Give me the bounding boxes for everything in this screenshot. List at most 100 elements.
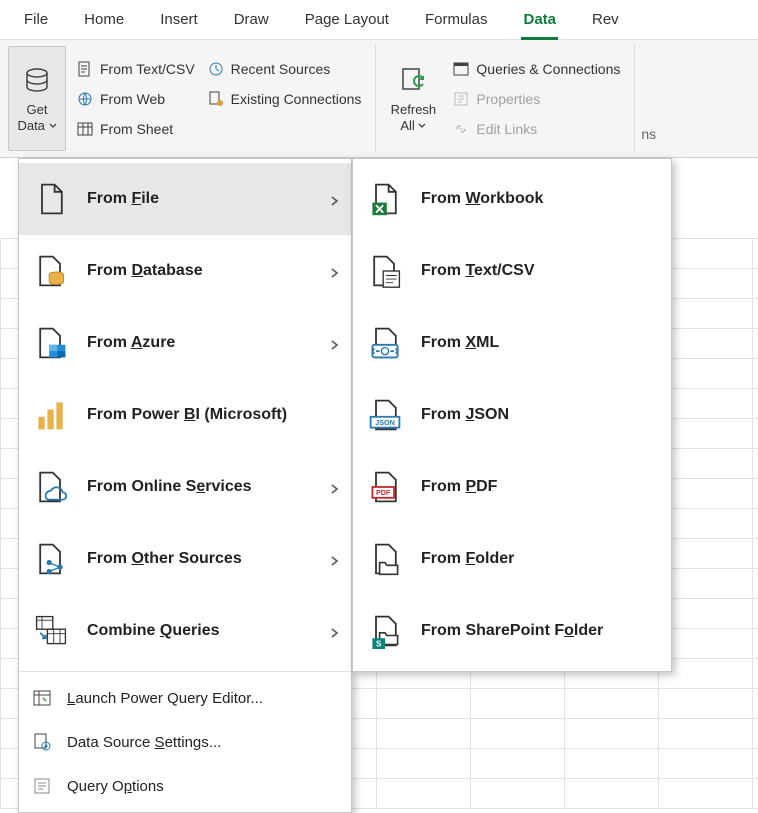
- svg-text:PDF: PDF: [376, 488, 391, 497]
- chevron-right-icon: [329, 266, 339, 276]
- tab-data[interactable]: Data: [505, 0, 574, 40]
- submenu-item-label: From XML: [421, 334, 499, 352]
- clock-icon: [207, 60, 225, 78]
- menu-item-data-source-settings[interactable]: Data Source Settings...: [19, 720, 351, 764]
- properties-button: Properties: [448, 87, 624, 111]
- file-icon: [31, 179, 71, 219]
- json-icon: JSON: [365, 395, 405, 435]
- menu-item-from-other-sources[interactable]: From Other Sources: [19, 523, 351, 595]
- tab-review[interactable]: Rev: [574, 0, 637, 40]
- edit-links-label: Edit Links: [476, 121, 537, 137]
- menu-item-label: Data Source Settings...: [67, 734, 221, 751]
- submenu-item-label: From Text/CSV: [421, 262, 535, 280]
- tab-file[interactable]: File: [6, 0, 66, 40]
- powerbi-icon: [31, 395, 71, 435]
- text-file-icon: [76, 60, 94, 78]
- menu-item-label: From Database: [87, 262, 203, 280]
- submenu-item-label: From Folder: [421, 550, 514, 568]
- submenu-item-from-workbook[interactable]: From Workbook: [353, 163, 671, 235]
- chevron-right-icon: [329, 338, 339, 348]
- menu-item-from-azure[interactable]: From Azure: [19, 307, 351, 379]
- from-sheet-button[interactable]: From Sheet: [72, 117, 199, 141]
- combine-icon: [31, 611, 71, 651]
- pdf-icon: PDF: [365, 467, 405, 507]
- existing-connections-button[interactable]: Existing Connections: [203, 87, 366, 111]
- menu-item-label: From Online Services: [87, 478, 252, 496]
- other-icon: [31, 539, 71, 579]
- get-data-button[interactable]: GetData: [8, 46, 66, 151]
- queries-connections-label: Queries & Connections: [476, 61, 620, 77]
- refresh-all-label: RefreshAll: [391, 102, 437, 133]
- queries-connections-button[interactable]: Queries & Connections: [448, 57, 624, 81]
- get-data-label: GetData: [17, 102, 56, 133]
- menu-item-label: From Azure: [87, 334, 175, 352]
- recent-sources-label: Recent Sources: [231, 61, 331, 77]
- tab-home[interactable]: Home: [66, 0, 142, 40]
- menu-item-label: From Power BI (Microsoft): [87, 406, 287, 424]
- menu-item-launch-pq-editor[interactable]: Launch Power Query Editor...: [19, 676, 351, 720]
- submenu-item-label: From PDF: [421, 478, 497, 496]
- ribbon-tabs: File Home Insert Draw Page Layout Formul…: [0, 0, 758, 40]
- submenu-item-label: From SharePoint Folder: [421, 622, 603, 640]
- menu-item-from-power-bi[interactable]: From Power BI (Microsoft): [19, 379, 351, 451]
- submenu-item-from-folder[interactable]: From Folder: [353, 523, 671, 595]
- tab-formulas[interactable]: Formulas: [407, 0, 506, 40]
- menu-item-combine-queries[interactable]: Combine Queries: [19, 595, 351, 667]
- get-data-menu: From File From Database From Azure From Pow…: [18, 158, 352, 813]
- tab-insert[interactable]: Insert: [142, 0, 216, 40]
- svg-text:JSON: JSON: [375, 418, 395, 427]
- menu-item-query-options[interactable]: Query Options: [19, 764, 351, 808]
- existing-connections-label: Existing Connections: [231, 91, 362, 107]
- svg-text:S: S: [376, 639, 382, 648]
- menu-item-label: Combine Queries: [87, 622, 219, 640]
- chevron-right-icon: [329, 482, 339, 492]
- submenu-item-from-sharepoint-folder[interactable]: S From SharePoint Folder: [353, 595, 671, 667]
- menu-item-label: From Other Sources: [87, 550, 242, 568]
- edit-links-button: Edit Links: [448, 117, 624, 141]
- tab-page-layout[interactable]: Page Layout: [287, 0, 407, 40]
- settings-icon: [31, 731, 53, 753]
- chevron-right-icon: [329, 194, 339, 204]
- menu-separator: [19, 671, 351, 672]
- database-icon: [20, 64, 54, 98]
- tab-draw[interactable]: Draw: [216, 0, 287, 40]
- globe-icon: [76, 90, 94, 108]
- submenu-item-from-json[interactable]: JSON From JSON: [353, 379, 671, 451]
- launch-icon: [31, 687, 53, 709]
- textcsv-icon: [365, 251, 405, 291]
- menu-item-label: Launch Power Query Editor...: [67, 690, 263, 707]
- menu-item-label: Query Options: [67, 778, 164, 795]
- spfolder-icon: S: [365, 611, 405, 651]
- from-file-submenu: From Workbook From Text/CSV From XML JSON Fr…: [352, 158, 672, 672]
- table-icon: [76, 120, 94, 138]
- from-sheet-label: From Sheet: [100, 121, 173, 137]
- database-icon: [31, 251, 71, 291]
- menu-item-from-file[interactable]: From File: [19, 163, 351, 235]
- menu-item-label: From File: [87, 190, 159, 208]
- ribbon-content: GetData From Text/CSV From Web From Shee…: [0, 40, 758, 158]
- recent-sources-button[interactable]: Recent Sources: [203, 57, 366, 81]
- chevron-right-icon: [329, 554, 339, 564]
- menu-item-from-database[interactable]: From Database: [19, 235, 351, 307]
- properties-label: Properties: [476, 91, 540, 107]
- submenu-item-from-pdf[interactable]: PDF From PDF: [353, 451, 671, 523]
- submenu-item-from-text-csv[interactable]: From Text/CSV: [353, 235, 671, 307]
- from-web-label: From Web: [100, 91, 165, 107]
- links-icon: [452, 120, 470, 138]
- submenu-item-from-xml[interactable]: From XML: [353, 307, 671, 379]
- menu-item-from-online-services[interactable]: From Online Services: [19, 451, 351, 523]
- refresh-icon: [396, 64, 430, 98]
- azure-icon: [31, 323, 71, 363]
- group-get-transform: GetData From Text/CSV From Web From Shee…: [0, 44, 376, 153]
- connection-icon: [207, 90, 225, 108]
- xml-icon: [365, 323, 405, 363]
- refresh-all-button[interactable]: RefreshAll: [384, 46, 442, 151]
- submenu-item-label: From JSON: [421, 406, 509, 424]
- submenu-item-label: From Workbook: [421, 190, 543, 208]
- from-text-csv-button[interactable]: From Text/CSV: [72, 57, 199, 81]
- options-icon: [31, 775, 53, 797]
- online-icon: [31, 467, 71, 507]
- properties-icon: [452, 90, 470, 108]
- queries-icon: [452, 60, 470, 78]
- from-web-button[interactable]: From Web: [72, 87, 199, 111]
